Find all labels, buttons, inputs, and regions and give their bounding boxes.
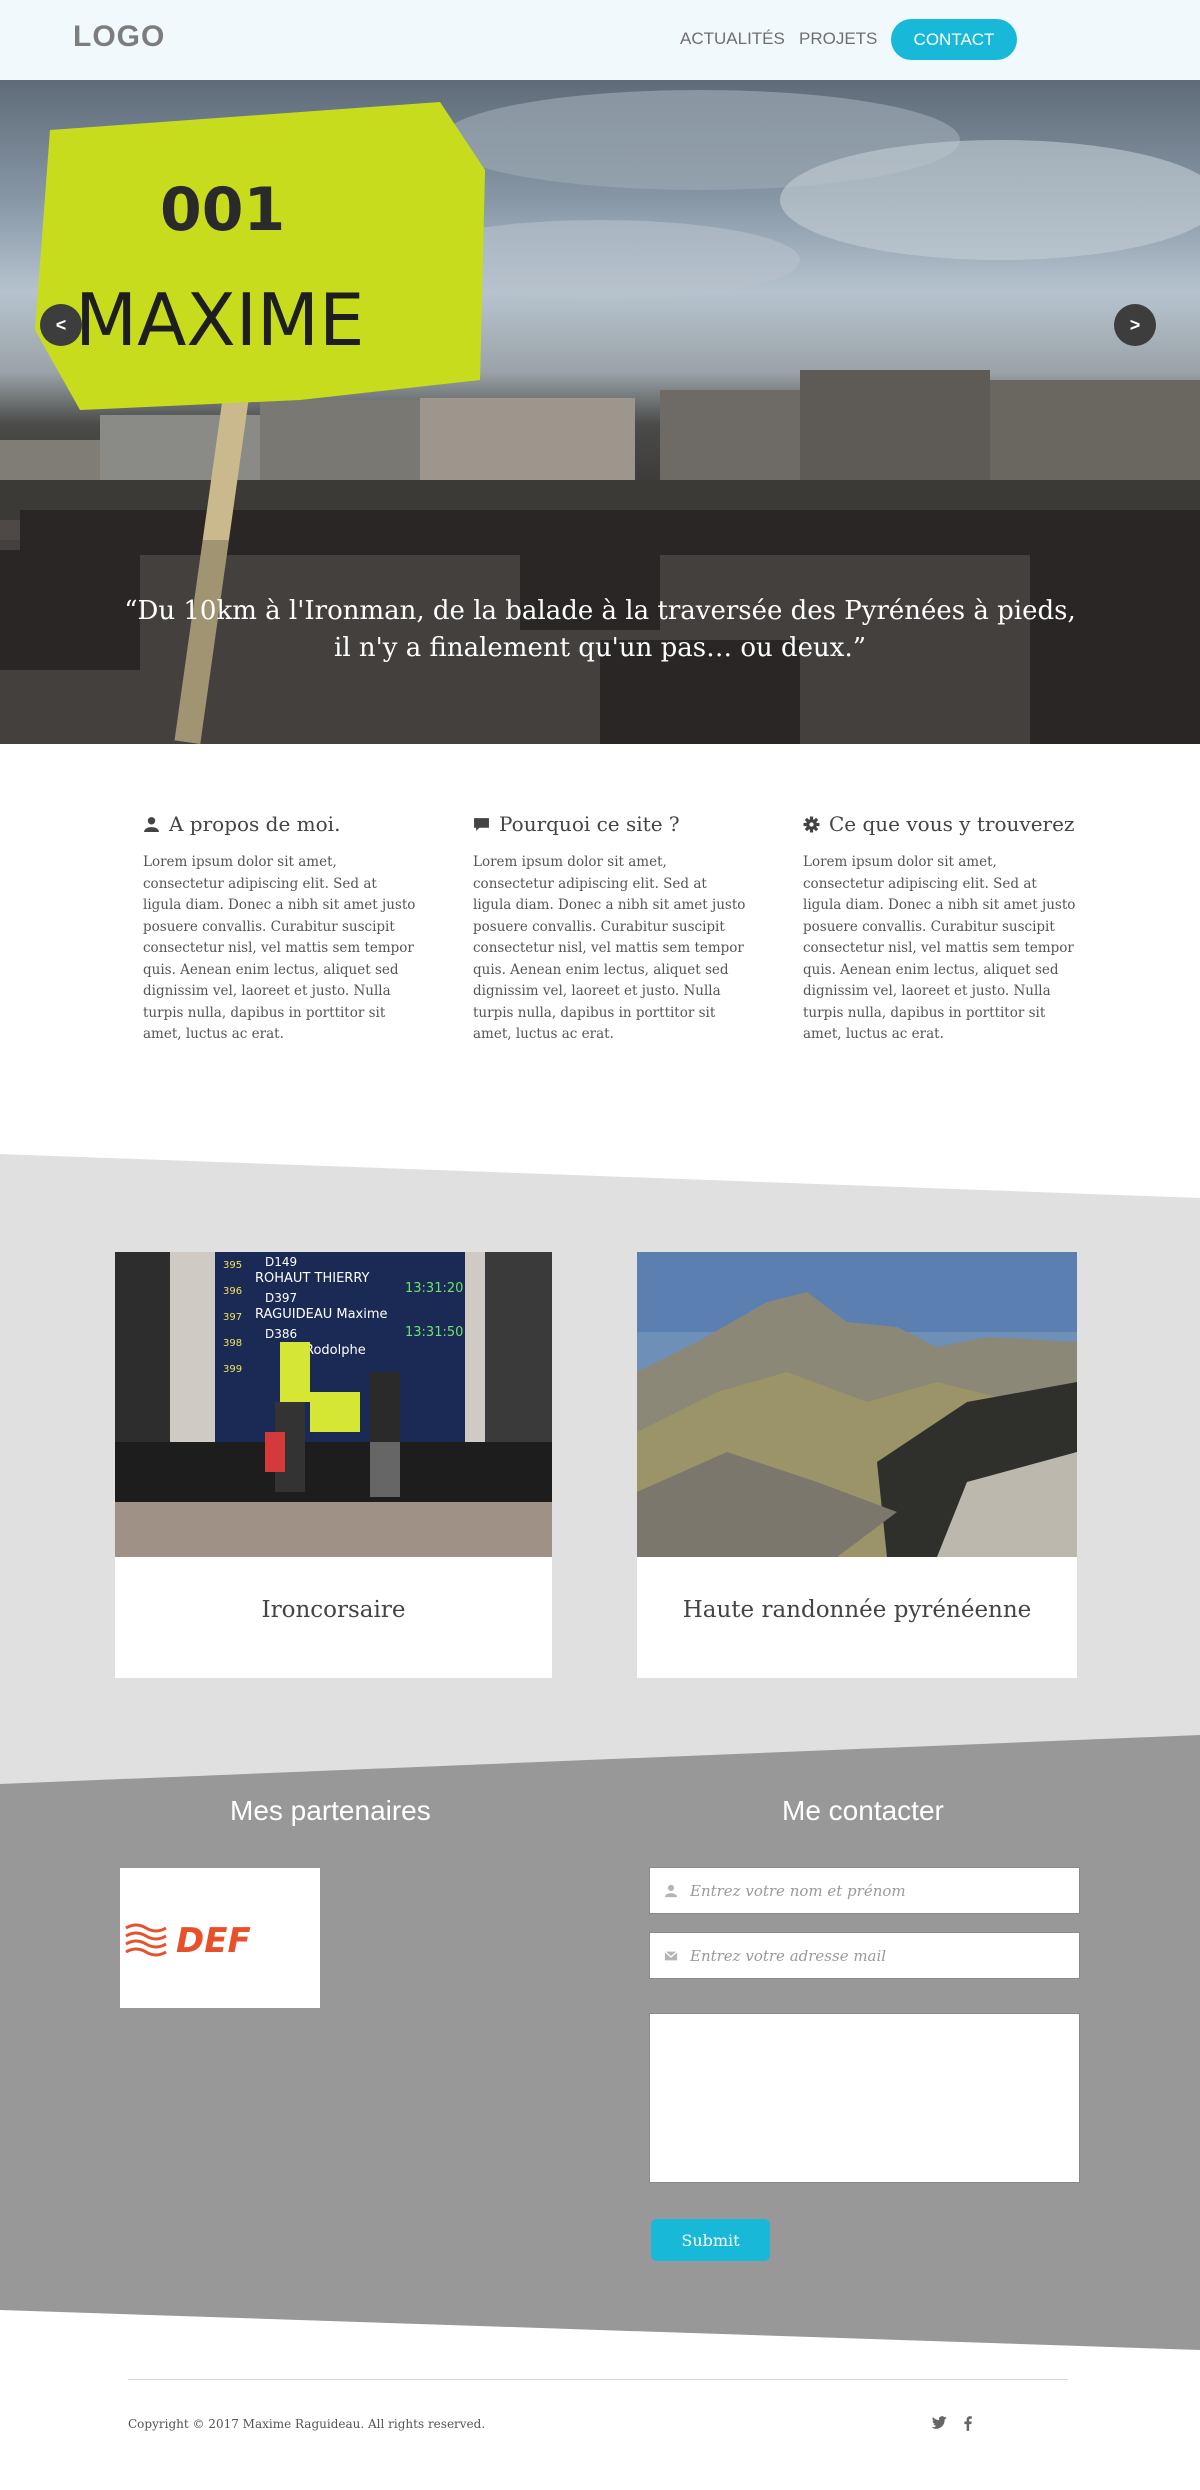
intro-title: Pourquoi ce site ? [499,812,680,836]
site-logo[interactable]: LOGO [73,20,165,54]
user-icon [144,816,159,832]
copyright-text: Copyright © 2017 Maxime Raguideau. All r… [128,2417,486,2431]
svg-text:13:31:20: 13:31:20 [405,1281,463,1296]
partner-logo-def[interactable]: DEF [120,1868,320,2008]
carousel-prev-button[interactable]: < [40,304,82,346]
email-field[interactable] [649,1932,1080,1979]
name-input[interactable] [690,1881,1070,1900]
project-title: Ironcorsaire [261,1597,406,1623]
hero-quote: “Du 10km à l'Ironman, de la balade à la … [124,596,1076,663]
partners-title: Mes partenaires [230,1795,431,1826]
envelope-icon [664,1950,678,1960]
svg-text:399: 399 [223,1364,242,1375]
twitter-icon[interactable] [930,2414,948,2432]
submit-button[interactable]: Submit [651,2219,770,2261]
svg-text:398: 398 [223,1338,242,1349]
svg-text:D386: D386 [265,1327,297,1341]
email-input[interactable] [690,1946,1070,1965]
footer-divider [128,2379,1068,2380]
facebook-icon[interactable] [959,2414,977,2432]
intro-title: Ce que vous y trouverez [829,812,1075,836]
carousel-next-button[interactable]: > [1114,304,1156,346]
svg-text:397: 397 [223,1312,242,1323]
footer-slant [0,2310,1200,2354]
svg-text:Rodolphe: Rodolphe [305,1343,366,1358]
svg-text:DEF: DEF [176,1921,251,1958]
intro-column-why: Pourquoi ce site ? Lorem ipsum dolor sit… [473,812,748,1046]
project-image: 395 396 397 398 399 D149 ROHAUT THIERRY … [115,1252,552,1557]
site-header: LOGO ACTUALITÉS PROJETS CONTACT [0,0,1200,80]
intro-text: Lorem ipsum dolor sit amet, consectetur … [143,854,416,1042]
svg-text:395: 395 [223,1260,242,1271]
nav-contact-button[interactable]: CONTACT [891,19,1017,60]
intro-column-about: A propos de moi. Lorem ipsum dolor sit a… [143,812,418,1046]
intro-text: Lorem ipsum dolor sit amet, consectetur … [473,854,746,1042]
svg-text:D149: D149 [265,1255,297,1269]
nav-projets[interactable]: PROJETS [799,29,877,49]
message-textarea[interactable] [649,2013,1080,2183]
hero-carousel: 001 MAXIME “Du 10km à l'Ironman, de la b… [0,80,1200,744]
sign-number: 001 [160,175,285,245]
intro-text: Lorem ipsum dolor sit amet, consectetur … [803,854,1076,1042]
intro-title: A propos de moi. [169,812,341,836]
intro-column-content: Ce que vous y trouverez Lorem ipsum dolo… [803,812,1078,1046]
svg-text:RAGUIDEAU Maxime: RAGUIDEAU Maxime [255,1307,388,1322]
svg-text:D397: D397 [265,1291,297,1305]
name-field[interactable] [649,1867,1080,1914]
def-logo: DEF [125,1921,251,1958]
project-image [637,1252,1077,1557]
user-icon [664,1884,678,1897]
project-card-randonnee[interactable]: Haute randonnée pyrénéenne [637,1252,1077,1678]
project-title: Haute randonnée pyrénéenne [682,1597,1032,1623]
comment-icon [474,817,489,831]
nav-actualites[interactable]: ACTUALITÉS [680,29,785,49]
svg-text:ROHAUT THIERRY: ROHAUT THIERRY [255,1271,370,1286]
project-card-ironcorsaire[interactable]: 395 396 397 398 399 D149 ROHAUT THIERRY … [115,1252,552,1678]
sign-name: MAXIME [75,278,365,362]
gear-icon [803,816,820,832]
contact-title: Me contacter [782,1795,944,1826]
svg-text:396: 396 [223,1286,242,1297]
svg-text:13:31:50: 13:31:50 [405,1325,463,1340]
